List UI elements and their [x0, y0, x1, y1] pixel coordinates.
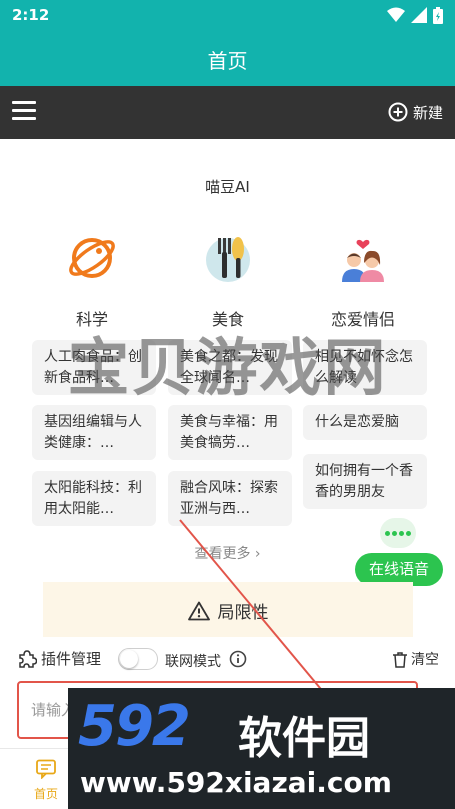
status-bar: 2:12	[0, 0, 455, 30]
limitations-box[interactable]: 局限性	[43, 582, 413, 637]
category-love[interactable]: 恋爱情侣	[303, 232, 423, 330]
nav-home[interactable]: 首页	[20, 759, 72, 802]
suggestion-card[interactable]: 什么是恋爱脑	[303, 405, 427, 440]
chat-icon	[36, 759, 56, 780]
app-name: 喵豆AI	[205, 178, 250, 196]
network-mode-toggle[interactable]	[118, 648, 158, 670]
wifi-icon	[387, 7, 405, 22]
status-time: 2:12	[12, 6, 50, 24]
plugin-manager-button[interactable]: 插件管理	[17, 648, 101, 669]
couple-icon	[342, 239, 384, 282]
trash-icon	[393, 651, 407, 668]
category-label: 美食	[211, 310, 244, 329]
info-icon[interactable]	[229, 650, 247, 668]
category-food[interactable]: 美食	[168, 232, 288, 330]
signal-icon	[411, 7, 427, 23]
page-title: 首页	[207, 49, 248, 73]
voice-wave-icon	[380, 518, 416, 548]
suggestion-card[interactable]: 太阳能科技：利用太阳能…	[32, 471, 156, 526]
category-label: 科学	[75, 310, 108, 329]
plugin-manager-label: 插件管理	[41, 650, 102, 668]
battery-icon	[433, 6, 443, 24]
nav-home-label: 首页	[33, 787, 58, 801]
warning-icon	[187, 601, 210, 620]
category-science[interactable]: 科学	[32, 232, 152, 330]
toolbar: 新建	[0, 86, 455, 139]
see-more-label: 查看更多	[194, 546, 251, 562]
bottom-nav: 首页	[0, 748, 455, 809]
new-chat-label: 新建	[412, 103, 443, 122]
header: 首页	[0, 30, 455, 86]
suggestion-card[interactable]: 融合风味：探索亚洲与西…	[168, 471, 292, 526]
suggestion-card[interactable]: 如何拥有一个香香的男朋友	[303, 454, 427, 509]
suggestion-card[interactable]: 美食与幸福：用美食犒劳…	[168, 405, 292, 460]
fork-knife-icon	[206, 237, 250, 282]
suggestion-card[interactable]: 相见不如怀念怎么解读	[303, 340, 427, 395]
status-icons	[387, 6, 443, 24]
chevron-right-icon: ›	[254, 546, 261, 562]
planet-icon	[69, 238, 115, 278]
suggestion-card[interactable]: 基因组编辑与人类健康：…	[32, 405, 156, 460]
message-input[interactable]	[31, 697, 391, 723]
suggestion-card[interactable]: 人工肉食品：创新食品科…	[32, 340, 156, 395]
clear-button[interactable]: 清空	[392, 649, 439, 669]
limitations-label: 局限性	[217, 603, 269, 623]
category-label: 恋爱情侣	[330, 310, 395, 329]
plugin-row: 插件管理 联网模式 清空	[0, 644, 455, 674]
message-input-box	[17, 681, 418, 739]
clear-label: 清空	[411, 652, 439, 668]
new-chat-button[interactable]: 新建	[388, 100, 443, 124]
puzzle-icon	[19, 649, 37, 668]
network-mode-label: 联网模式	[165, 654, 221, 670]
menu-icon[interactable]	[12, 101, 36, 123]
plus-circle-icon	[388, 102, 408, 122]
suggestion-card[interactable]: 美食之都：发现全球闻名…	[168, 340, 292, 395]
